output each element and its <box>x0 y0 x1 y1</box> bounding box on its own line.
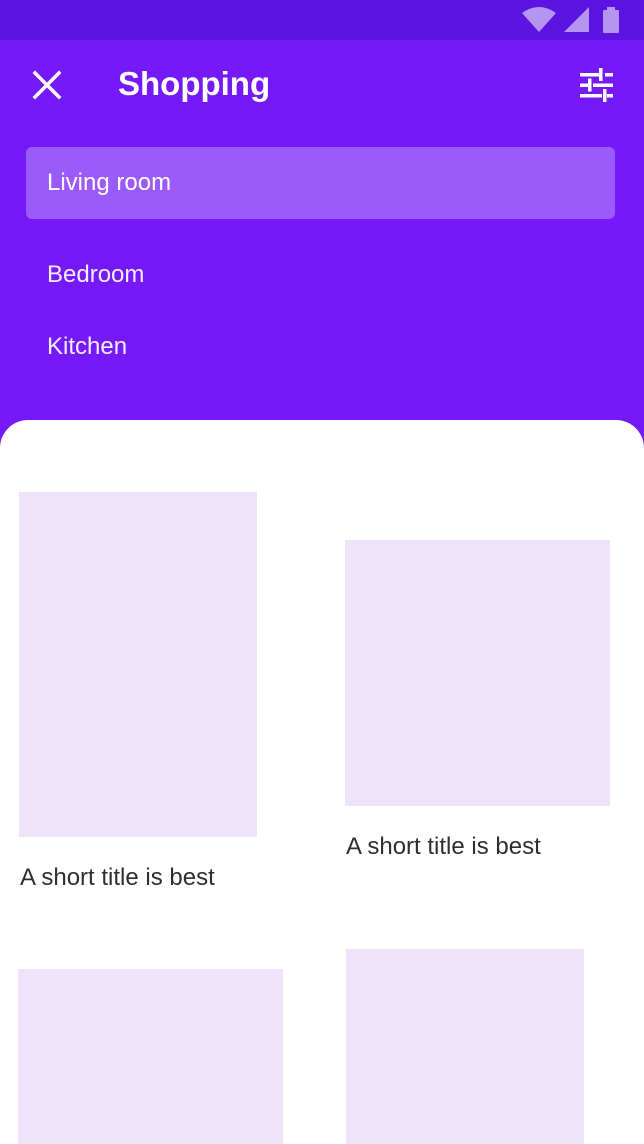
card-image <box>18 969 283 1144</box>
card-title: A short title is best <box>346 833 541 860</box>
card-image <box>346 949 584 1144</box>
close-icon <box>32 70 62 100</box>
status-bar <box>0 0 644 40</box>
menu-item-bedroom[interactable]: Bedroom <box>26 239 615 311</box>
tune-icon <box>580 68 613 102</box>
card-image <box>19 492 257 837</box>
menu-item-label: Kitchen <box>47 333 128 360</box>
close-button[interactable] <box>28 66 66 104</box>
card-title: A short title is best <box>20 864 215 891</box>
cellular-signal-icon <box>564 7 589 32</box>
page-title: Shopping <box>118 65 271 102</box>
filter-button[interactable] <box>576 66 616 104</box>
menu-item-label: Bedroom <box>47 261 145 288</box>
card-image <box>345 540 610 806</box>
content-sheet: A short title is best A short title is b… <box>0 420 644 1144</box>
menu-item-living-room[interactable]: Living room <box>26 147 615 219</box>
battery-icon <box>603 7 619 33</box>
app-bar: Shopping <box>0 40 644 132</box>
menu-item-kitchen[interactable]: Kitchen <box>26 311 615 383</box>
wifi-icon <box>522 7 556 32</box>
menu-item-label: Living room <box>47 169 172 196</box>
status-icons <box>522 7 632 33</box>
